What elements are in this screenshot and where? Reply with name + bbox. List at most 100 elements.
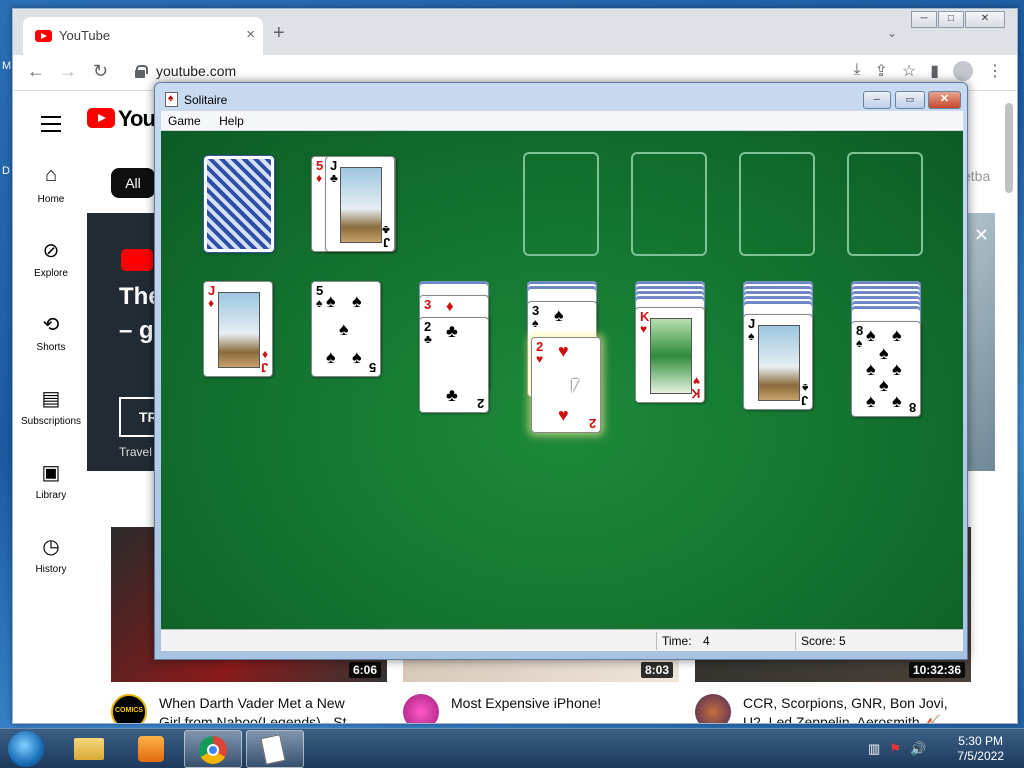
youtube-favicon-icon: [35, 30, 52, 42]
tab-close-icon[interactable]: ×: [246, 26, 255, 43]
card-pip: ♠: [326, 291, 336, 311]
solitaire-close-button[interactable]: ✕: [928, 91, 961, 109]
bookmark-star-icon[interactable]: ☆: [902, 61, 916, 81]
page-scrollbar[interactable]: [1005, 103, 1013, 193]
start-button[interactable]: [8, 731, 44, 767]
taskbar-solitaire[interactable]: [246, 730, 304, 768]
card-pip: ♠: [326, 347, 336, 367]
tableau-card[interactable]: J ♦ J ♦: [203, 281, 273, 377]
video-title[interactable]: CCR, Scorpions, GNR, Bon Jovi, U2, Led Z…: [743, 694, 953, 723]
tableau-card[interactable]: K ♥ K ♥: [635, 307, 705, 403]
library-icon: ▣: [41, 462, 61, 484]
forward-arrow-icon[interactable]: →: [59, 61, 77, 82]
card-pip: ♠: [892, 325, 902, 345]
sidebar-item-shorts[interactable]: ⟲ Shorts: [13, 312, 89, 353]
address-bar[interactable]: youtube.com: [156, 63, 236, 79]
folder-icon: [74, 738, 104, 760]
card-pip: ♥: [558, 405, 569, 425]
card-rank: J: [382, 235, 390, 250]
jack-artwork: [340, 167, 382, 243]
card-pip: ♠: [879, 343, 889, 363]
taskbar-media-player[interactable]: [124, 730, 182, 768]
network-icon[interactable]: ▥: [868, 741, 880, 757]
card-rank: 2: [476, 396, 484, 411]
browser-close-button[interactable]: ✕: [965, 11, 1005, 28]
taskbar-chrome[interactable]: [184, 730, 242, 768]
tableau-card[interactable]: 8 ♠ ♠ ♠ ♠ ♠ ♠ ♠ ♠ ♠ 8: [851, 321, 921, 417]
back-arrow-icon[interactable]: ←: [27, 61, 45, 82]
time-label: Time:: [662, 634, 692, 648]
action-center-flag-icon[interactable]: ⚑: [889, 741, 901, 757]
card-suit: ♠: [532, 316, 539, 330]
dragged-card[interactable]: 2 ♥ ♥ ♥ 2: [531, 337, 601, 433]
waste-card-top[interactable]: J ♣ J ♣: [325, 156, 395, 252]
card-suit: ♦: [208, 296, 215, 310]
hamburger-menu-icon[interactable]: [41, 116, 61, 137]
video-duration: 8:03: [640, 662, 673, 678]
browser-restore-button[interactable]: □: [938, 11, 964, 28]
card-pip: ♠: [892, 359, 902, 379]
menu-kebab-icon[interactable]: ⋮: [987, 61, 1003, 81]
game-table[interactable]: 5 ♦ J ♣ J ♣ J ♦ J ♦ 5 ♠ ♠ ♠ ♠ ♠ ♠ 5 3 ♦ …: [161, 131, 963, 629]
tableau-card[interactable]: J ♠ J ♠: [743, 314, 813, 410]
channel-avatar[interactable]: COMICS: [111, 694, 147, 723]
subscriptions-icon: ▤: [41, 388, 61, 410]
clock-time: 5:30 PM: [958, 734, 1003, 748]
channel-avatar[interactable]: [403, 694, 439, 723]
tab-title: YouTube: [59, 28, 111, 43]
menu-game[interactable]: Game: [161, 111, 208, 131]
foundation-slot[interactable]: [523, 152, 599, 256]
sidebar-item-subscriptions[interactable]: ▤ Subscriptions: [13, 386, 89, 427]
card-pip: ♠: [352, 291, 362, 311]
card-suit: ♣: [424, 332, 432, 346]
solitaire-menubar: Game Help: [161, 111, 963, 131]
card-suit: ♥: [640, 322, 648, 336]
solitaire-cards-icon: [260, 734, 286, 765]
reload-icon[interactable]: ↻: [93, 61, 108, 82]
solitaire-window-title: Solitaire: [184, 93, 228, 107]
tab-strip: YouTube × + ⌄ ─ □ ✕: [13, 9, 1017, 55]
new-tab-button[interactable]: +: [273, 23, 285, 43]
stock-pile[interactable]: [204, 156, 274, 252]
card-pip: ♠: [866, 325, 876, 345]
sidebar-item-home[interactable]: ⌂ Home: [13, 164, 89, 205]
chrome-icon: [199, 736, 227, 764]
foundation-slot[interactable]: [631, 152, 707, 256]
video-title[interactable]: Most Expensive iPhone!: [451, 694, 661, 713]
tableau-card[interactable]: 2 ♣ ♣ ♣ 2: [419, 317, 489, 413]
foundation-slot[interactable]: [847, 152, 923, 256]
card-suit: ♠: [801, 381, 808, 395]
card-pip: ♣: [446, 385, 458, 405]
browser-minimize-button[interactable]: ─: [911, 11, 937, 28]
sidebar-item-history[interactable]: ◷ History: [13, 534, 89, 575]
sidebar-item-label: Shorts: [36, 342, 66, 353]
system-clock[interactable]: 5:30 PM 7/5/2022: [957, 734, 1004, 764]
sidebar-item-explore[interactable]: ⊘ Explore: [13, 238, 89, 279]
tab-search-chevron-icon[interactable]: ⌄: [887, 26, 897, 40]
card-suit: ♣: [382, 223, 390, 237]
volume-icon[interactable]: 🔊: [910, 741, 926, 757]
install-app-icon[interactable]: ⤓: [853, 61, 860, 81]
sidebar-item-library[interactable]: ▣ Library: [13, 460, 89, 501]
solitaire-minimize-button[interactable]: ─: [863, 91, 891, 109]
side-panel-icon[interactable]: ▮: [930, 61, 939, 81]
youtube-logo-icon[interactable]: [87, 108, 115, 128]
video-title[interactable]: When Darth Vader Met a New Girl from Nab…: [159, 694, 369, 723]
card-rank: J: [800, 393, 808, 408]
channel-avatar[interactable]: [695, 694, 731, 723]
menu-help[interactable]: Help: [212, 111, 251, 131]
banner-subtext: Travel: [119, 445, 152, 459]
profile-avatar-icon[interactable]: [953, 61, 973, 81]
chip-all[interactable]: All: [111, 168, 155, 198]
lock-icon[interactable]: [135, 65, 148, 78]
tableau-card[interactable]: 5 ♠ ♠ ♠ ♠ ♠ ♠ 5: [311, 281, 381, 377]
solitaire-restore-button[interactable]: ▭: [895, 91, 925, 109]
taskbar-explorer[interactable]: [62, 730, 120, 768]
sidebar-item-label: History: [35, 564, 67, 575]
foundation-slot[interactable]: [739, 152, 815, 256]
tab-youtube[interactable]: YouTube ×: [23, 17, 263, 55]
card-pip: ♥: [558, 341, 569, 361]
king-artwork: [650, 318, 692, 394]
share-icon[interactable]: ⇪: [874, 61, 887, 81]
close-icon[interactable]: ✕: [974, 225, 989, 246]
